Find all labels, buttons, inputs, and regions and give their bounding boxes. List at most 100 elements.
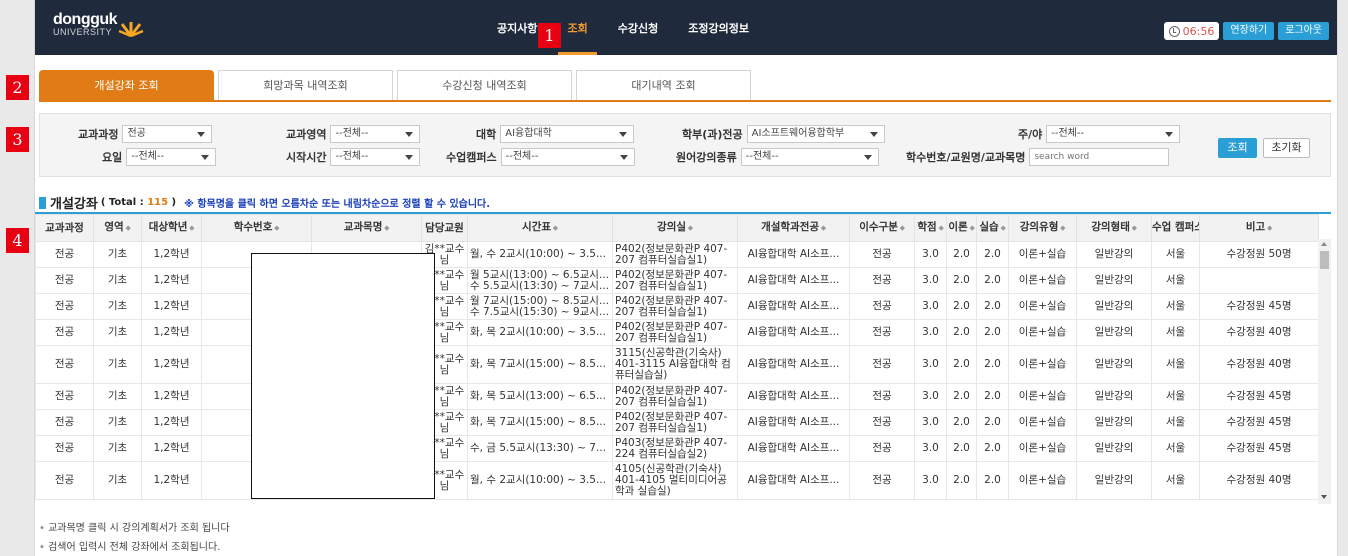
start-time-select[interactable]: --전체-- — [330, 148, 421, 166]
column-header[interactable]: 학점 ⬥ — [914, 214, 947, 242]
chevron-down-icon — [1165, 132, 1174, 137]
column-header[interactable]: 이수구분 ⬥ — [849, 214, 915, 242]
table-row[interactable]: 전공 기초 1,2학년 김**교수님 화, 목 7교시(15:00) ~ 8.5... 3… — [35, 345, 1319, 384]
column-header[interactable]: 시간표 ⬥ — [467, 214, 613, 242]
column-header[interactable]: 개설학과전공 ⬥ — [737, 214, 850, 242]
weekday-label: 요일 — [102, 151, 123, 164]
sort-icon[interactable]: ⬥ — [126, 224, 131, 232]
extend-session-button[interactable]: 연장하기 — [1223, 22, 1275, 40]
column-header[interactable]: 대상학년 ⬥ — [141, 214, 202, 242]
column-header[interactable]: 교과목명 ⬥ — [311, 214, 422, 242]
column-header[interactable]: 영역 ⬥ — [93, 214, 142, 242]
table-cell: 서울 — [1151, 461, 1200, 500]
table-cell: 이론+실습 — [1008, 241, 1077, 268]
table-cell: 수강정원 45명 — [1199, 383, 1319, 410]
table-row[interactable]: 전공 기초 1,2학년 김**교수님 화, 목 2교시(10:00) ~ 3.5... P… — [35, 319, 1319, 346]
course-level-select[interactable]: 전공 — [122, 125, 213, 143]
column-header[interactable]: 실습 ⬥ — [976, 214, 1009, 242]
column-header[interactable]: 이론 ⬥ — [946, 214, 977, 242]
reset-button[interactable]: 초기화 — [1263, 138, 1310, 158]
column-header[interactable]: 교과과정 — [35, 214, 94, 242]
table-cell: P402(정보문화관P 407-207 컴퓨터실습실1) — [612, 319, 738, 346]
english-type-select[interactable]: --전체-- — [740, 148, 879, 166]
department-value: AI소프트웨어융합학부 — [751, 128, 845, 139]
column-header[interactable]: 비고 ⬥ — [1199, 214, 1319, 242]
sort-icon[interactable]: ⬥ — [274, 224, 279, 232]
sort-icon[interactable]: ⬥ — [900, 224, 905, 232]
tab-open-courses[interactable]: 개설강좌 조회 — [39, 70, 214, 100]
table-cell: 2.0 — [976, 345, 1009, 384]
sort-icon[interactable]: ⬥ — [384, 224, 389, 232]
column-header-label: 학점 — [917, 221, 937, 233]
column-header[interactable]: 담당교원 — [421, 214, 468, 242]
table-row[interactable]: 전공 기초 1,2학년 김**교수님 화, 목 5교시(13:00) ~ 6.5... P… — [35, 383, 1319, 410]
column-header[interactable]: 수업 캠퍼스⬥ — [1151, 214, 1200, 242]
column-header[interactable]: 학수번호 ⬥ — [201, 214, 312, 242]
keyword-search-input[interactable] — [1029, 148, 1170, 166]
sort-icon[interactable]: ⬥ — [939, 224, 944, 232]
column-header-label: 학수번호 — [233, 221, 273, 233]
table-cell: 수강정원 45명 — [1199, 435, 1319, 462]
course-level-label: 교과과정 — [78, 128, 119, 141]
subject-area-select[interactable]: --전체-- — [330, 125, 421, 143]
sort-icon[interactable]: ⬥ — [189, 224, 194, 232]
column-header[interactable]: 강의형태 ⬥ — [1076, 214, 1152, 242]
college-label: 대학 — [476, 128, 497, 141]
sort-icon[interactable]: ⬥ — [688, 224, 693, 232]
day-night-select[interactable]: --전체-- — [1046, 125, 1181, 143]
university-logo[interactable]: dongguk UNIVERSITY — [53, 12, 144, 38]
table-cell: 1,2학년 — [141, 293, 202, 320]
table-cell: 화, 목 2교시(10:00) ~ 3.5... — [467, 319, 613, 346]
table-cell: 기초 — [93, 267, 142, 294]
weekday-select[interactable]: --전체-- — [126, 148, 217, 166]
search-button[interactable]: 조회 — [1218, 138, 1257, 158]
subject-area-value: --전체-- — [335, 128, 369, 139]
weekday-value: --전체-- — [131, 151, 165, 162]
sort-icon[interactable]: ⬥ — [1001, 224, 1006, 232]
day-night-value: --전체-- — [1051, 128, 1085, 139]
table-row[interactable]: 전공 기초 1,2학년 김**교수님 월, 수 2교시(10:00) ~ 3.5... 4… — [35, 461, 1319, 500]
column-header-label: 영역 — [104, 221, 124, 233]
sort-icon[interactable]: ⬥ — [821, 224, 826, 232]
scroll-thumb[interactable] — [1320, 251, 1329, 269]
tab-registration-history[interactable]: 수강신청 내역조회 — [397, 70, 572, 100]
sort-icon[interactable]: ⬥ — [1267, 224, 1272, 232]
tab-wish-list[interactable]: 희망과목 내역조회 — [218, 70, 393, 100]
table-row[interactable]: 전공 기초 1,2학년 김**교수님 월 5교시(13:00) ~ 6.5교시... 수… — [35, 267, 1319, 294]
annotation-marker-4: 4 — [6, 228, 29, 253]
nav-registration[interactable]: 수강신청 — [603, 0, 673, 55]
table-cell: 전공 — [849, 293, 915, 320]
table-row[interactable]: 전공 기초 1,2학년 김**교수님 월 7교시(15:00) ~ 8.5교시... 수… — [35, 293, 1319, 320]
logout-button[interactable]: 로그아웃 — [1278, 22, 1329, 40]
nav-adjusted-course-info[interactable]: 조정강의정보 — [673, 0, 764, 55]
scroll-up-icon[interactable] — [1321, 242, 1327, 246]
table-row[interactable]: 전공 기초 1,2학년 김**교수님 수, 금 5.5교시(13:30) ~ 7... P… — [35, 435, 1319, 462]
sort-icon[interactable]: ⬥ — [553, 224, 558, 232]
keyword-label: 학수번호/교원명/교과목명 — [906, 151, 1026, 164]
column-header[interactable]: 강의실 ⬥ — [612, 214, 738, 242]
chevron-down-icon — [619, 155, 628, 160]
college-select[interactable]: AI융합대학 — [500, 125, 635, 143]
sort-icon[interactable]: ⬥ — [1132, 224, 1137, 232]
table-cell: 일반강의 — [1076, 461, 1152, 500]
table-cell: 1,2학년 — [141, 345, 202, 384]
campus-label: 수업캠퍼스 — [446, 151, 497, 164]
column-header-label: 이론 — [948, 221, 968, 233]
campus-select[interactable]: --전체-- — [500, 148, 635, 166]
campus-value: --전체-- — [505, 151, 539, 162]
sort-icon[interactable]: ⬥ — [1060, 224, 1065, 232]
column-header[interactable]: 강의유형 ⬥ — [1008, 214, 1077, 242]
column-header-label: 실습 — [979, 221, 999, 233]
table-scrollbar[interactable] — [1318, 239, 1331, 504]
footer-notes: 교과목명 클릭 시 강의계획서가 조회 됩니다 검색어 입력시 전체 강좌에서 … — [39, 519, 230, 556]
table-cell: 전공 — [35, 345, 94, 384]
sort-icon[interactable]: ⬥ — [970, 224, 975, 232]
table-row[interactable]: 전공 기초 1,2학년 김**교수님 화, 목 7교시(15:00) ~ 8.5... P… — [35, 409, 1319, 436]
table-cell: 2.0 — [946, 461, 977, 500]
table-cell: 수강정원 45명 — [1199, 409, 1319, 436]
department-select[interactable]: AI소프트웨어융합학부 — [746, 125, 885, 143]
table-row[interactable]: 전공 기초 1,2학년 김**교수님 월, 수 2교시(10:00) ~ 3.5... P… — [35, 241, 1319, 268]
table-cell: 2.0 — [946, 345, 977, 384]
tab-waitlist[interactable]: 대기내역 조회 — [576, 70, 751, 100]
scroll-down-icon[interactable] — [1321, 495, 1327, 499]
